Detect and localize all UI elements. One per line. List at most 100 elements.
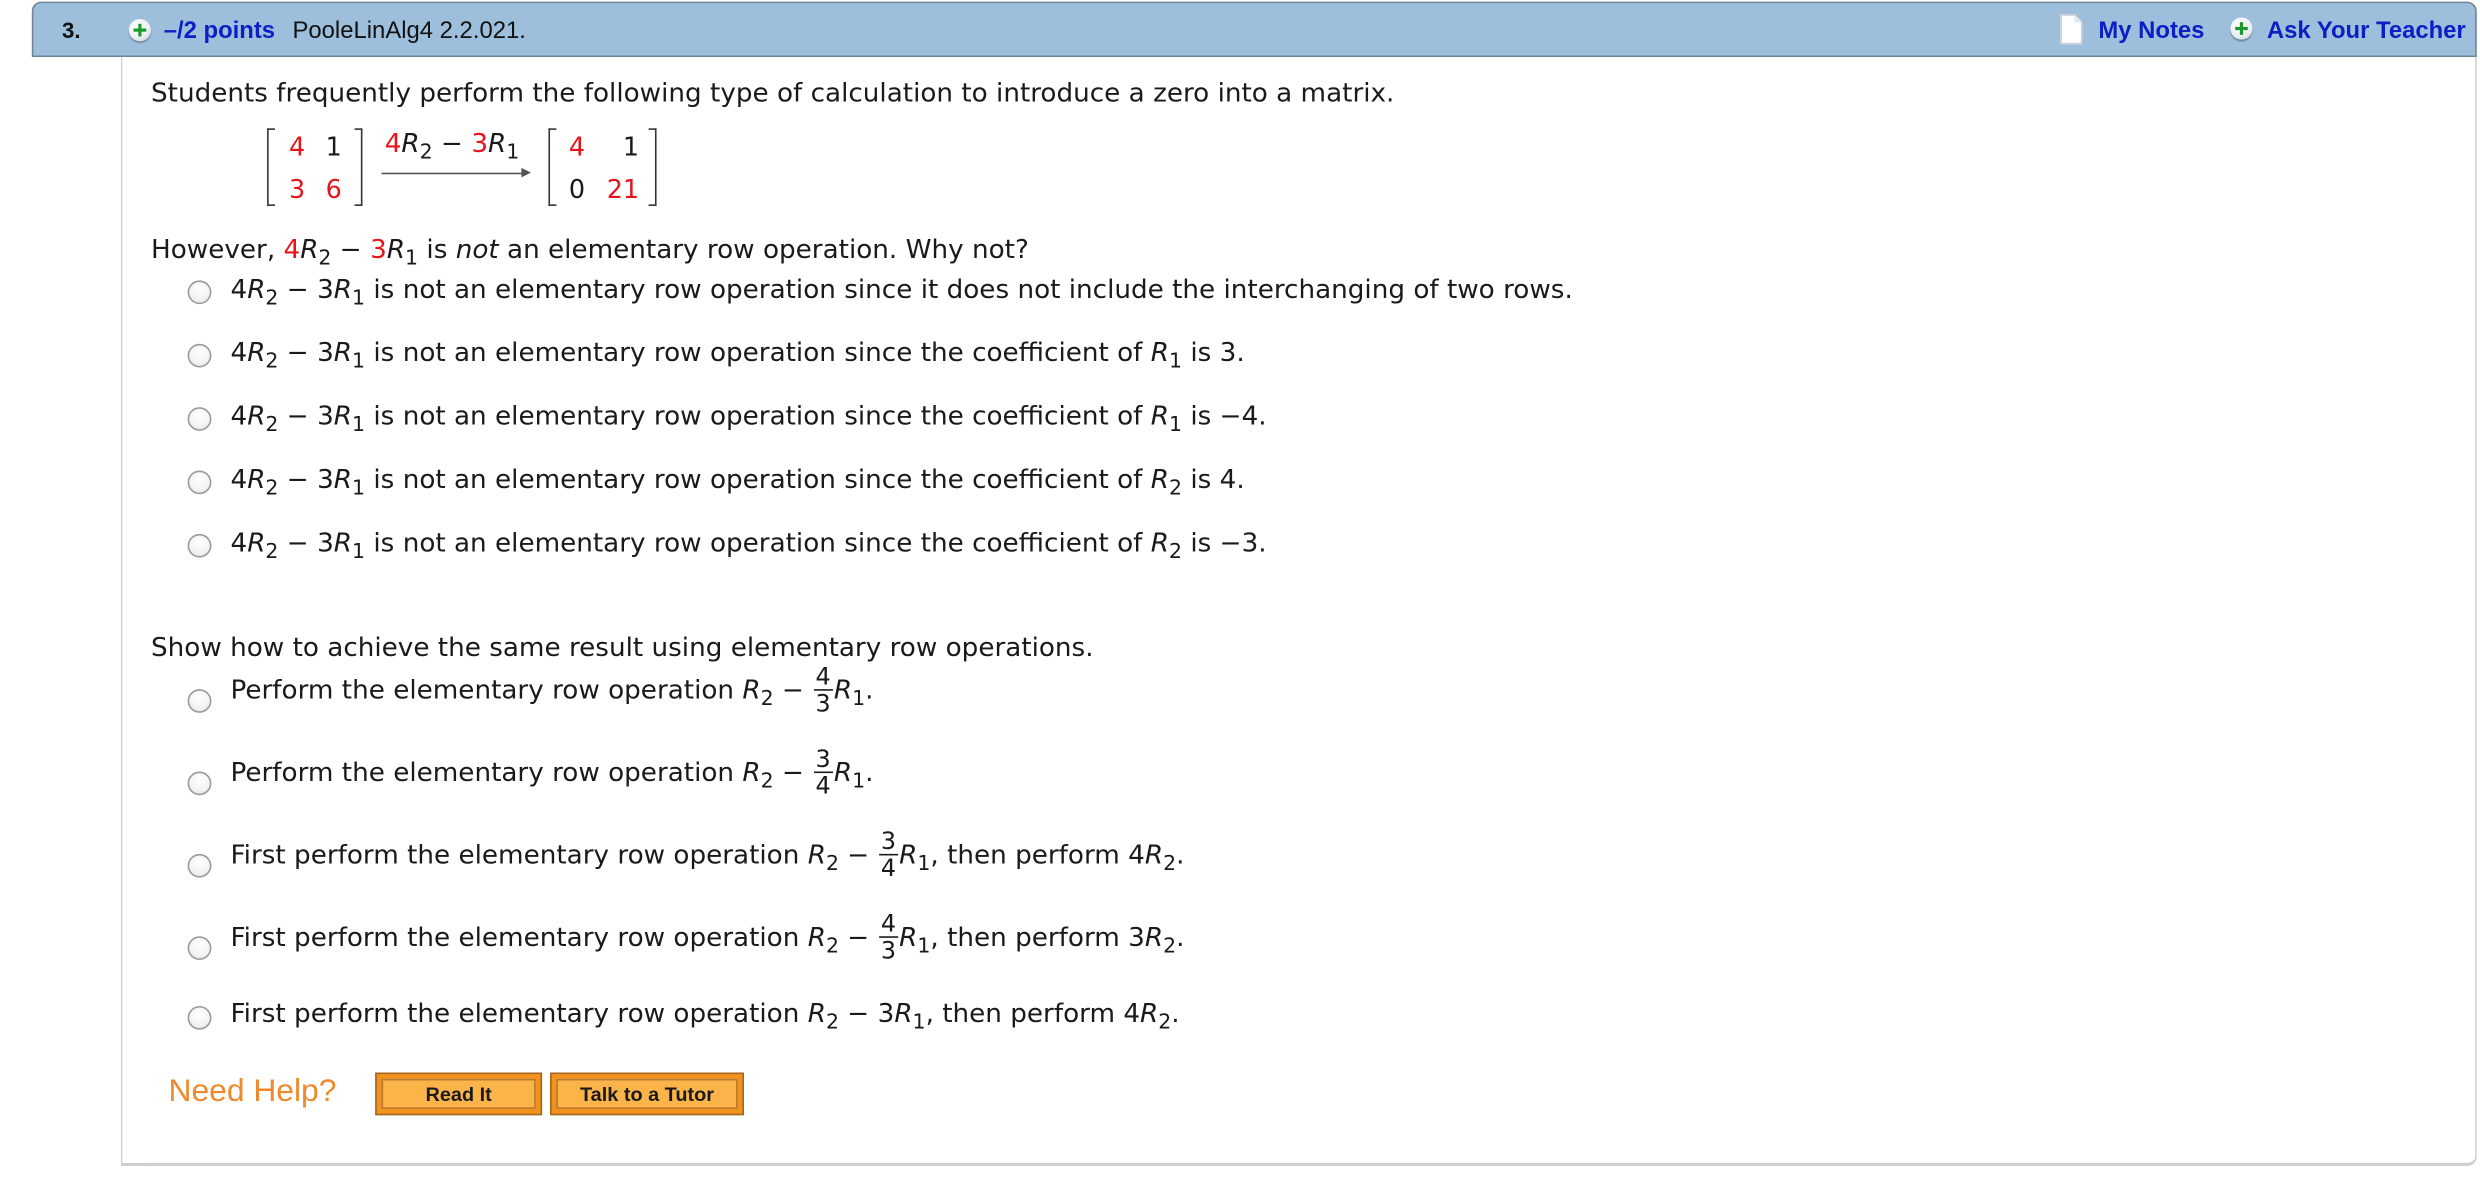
opt-tail: .: [865, 757, 874, 788]
opt-sub: 1: [1169, 413, 1183, 438]
ask-teacher-plus-icon[interactable]: [2230, 17, 2253, 40]
opt-mid: − 3R: [278, 527, 353, 558]
operation-row-1: R: [488, 128, 507, 159]
answer-option-text[interactable]: First perform the elementary row operati…: [230, 911, 1185, 964]
answer-option-text[interactable]: 4R2 − 3R1 is not an elementary row opera…: [231, 400, 1267, 436]
answer-radio[interactable]: [187, 470, 212, 495]
answer-radio[interactable]: [187, 280, 212, 305]
opt-sub: 2: [1169, 540, 1183, 565]
opt-sub: 2: [1158, 1010, 1172, 1035]
talk-to-tutor-button[interactable]: Talk to a Tutor: [550, 1072, 744, 1116]
opt-var: R: [899, 922, 918, 953]
answer-option-text[interactable]: Perform the elementary row operation R2 …: [230, 662, 874, 717]
opt-text: is not an elementary row operation since…: [365, 464, 1151, 495]
answer-radio[interactable]: [187, 407, 212, 431]
opt-text: is not an elementary row operation since…: [365, 400, 1151, 431]
fraction: 34: [879, 826, 898, 881]
expand-plus-icon[interactable]: [128, 19, 152, 42]
question-number: 3.: [61, 17, 81, 43]
opt-lead: First perform the elementary row operati…: [230, 922, 808, 953]
operation-coef-2: 4: [384, 128, 402, 159]
opt-var: R: [247, 464, 266, 495]
opt-sub: 1: [912, 1010, 926, 1035]
ask-your-teacher-link[interactable]: Ask Your Teacher: [2267, 17, 2466, 44]
read-it-button[interactable]: Read It: [375, 1072, 543, 1116]
opt-lead: First perform the elementary row operati…: [230, 839, 808, 870]
answer-radio[interactable]: [187, 343, 212, 368]
fraction: 34: [813, 744, 833, 798]
opt-var: R: [333, 274, 353, 305]
opt-var: R: [1150, 337, 1170, 368]
opt-sub: 2: [265, 540, 279, 565]
left-bracket: [548, 128, 557, 206]
opt-var: R: [807, 922, 826, 953]
matrix-before-cell: 3: [289, 174, 306, 205]
answer-radio[interactable]: [187, 853, 212, 878]
opt-sub: 1: [352, 286, 366, 311]
answer-radio[interactable]: [187, 689, 212, 713]
opt-lead: Perform the elementary row operation: [230, 674, 743, 705]
answer-option-text[interactable]: 4R2 − 3R1 is not an elementary row opera…: [231, 337, 1245, 372]
answer-radio[interactable]: [187, 936, 212, 961]
answer-radio[interactable]: [187, 533, 212, 558]
opt-tail: , then perform 3: [930, 922, 1145, 953]
answer-option-text[interactable]: 4R2 − 3R1 is not an elementary row opera…: [231, 274, 1573, 309]
opt-minus: −: [838, 922, 878, 953]
answer-option-text[interactable]: First perform the elementary row operati…: [230, 826, 1185, 882]
answer-option-text[interactable]: 4R2 − 3R1 is not an elementary row opera…: [231, 464, 1245, 499]
prompt-emphasis: not: [455, 234, 499, 265]
arrow-icon: [381, 172, 522, 175]
my-notes-link[interactable]: My Notes: [2098, 17, 2204, 44]
note-page-icon[interactable]: [2060, 14, 2083, 45]
need-help-label: Need Help?: [168, 1074, 337, 1109]
answer-option-text[interactable]: 4R2 − 3R1 is not an elementary row opera…: [231, 527, 1267, 563]
opt-mid: − 3R: [278, 274, 353, 305]
opt-var: R: [807, 839, 826, 870]
answer-option-text[interactable]: First perform the elementary row operati…: [231, 998, 1180, 1033]
opt-tail: .: [865, 674, 874, 705]
answer-option-text[interactable]: Perform the elementary row operation R2 …: [230, 744, 874, 800]
matrix-after-cell: 21: [606, 174, 640, 205]
opt-var: R: [247, 400, 266, 431]
fraction-numerator: 3: [813, 744, 833, 774]
fraction: 43: [813, 662, 833, 716]
operation-sub-2: 2: [419, 141, 433, 165]
fraction-numerator: 3: [879, 826, 898, 856]
opt-lead: Perform the elementary row operation: [230, 757, 743, 788]
opt-end: .: [1176, 922, 1185, 953]
opt-minus: −: [773, 674, 813, 705]
opt-var: R: [807, 998, 826, 1029]
answer-radio[interactable]: [187, 771, 212, 796]
opt-mid: − 3R: [278, 464, 353, 495]
fraction-numerator: 4: [813, 662, 833, 691]
operation-minus: −: [432, 128, 472, 159]
opt-sub: 2: [825, 934, 839, 959]
matrix-after-cell: 1: [622, 131, 640, 162]
question1-prompt: However, 4R2 − 3R1 is not an elementary …: [151, 234, 1029, 269]
answer-radio[interactable]: [187, 1005, 212, 1030]
talk-to-tutor-label: Talk to a Tutor: [556, 1078, 738, 1109]
opt-var: R: [899, 839, 918, 870]
opt-text: is not an elementary row operation since…: [365, 274, 1573, 305]
prompt-suffix: an elementary row operation. Why not?: [498, 234, 1029, 265]
opt-mid: − 3R: [278, 400, 353, 431]
left-bracket: [267, 128, 276, 206]
opt-var: R: [1144, 839, 1164, 870]
prompt-minus: −: [331, 234, 371, 265]
opt-var: R: [247, 337, 266, 368]
points-label: –/2 points: [163, 17, 276, 45]
opt-var: R: [1144, 922, 1164, 953]
matrix-before-cell: 6: [325, 174, 342, 205]
opt-sub: 2: [760, 770, 774, 794]
matrix-before-cell: 1: [325, 131, 342, 162]
read-it-label: Read It: [381, 1078, 536, 1109]
opt-var: R: [742, 674, 761, 705]
opt-sub: 2: [265, 350, 279, 375]
question-container: 3. –/2 points PooleLinAlg4 2.2.021. My N…: [0, 0, 2480, 1204]
opt-end: .: [1176, 839, 1185, 870]
opt-tail: , then perform 4: [930, 839, 1145, 870]
opt-text: is not an elementary row operation since…: [365, 337, 1151, 368]
prompt-coef-2: 4: [283, 234, 301, 265]
opt-var: R: [1150, 400, 1170, 431]
operation-coef-1: 3: [471, 128, 489, 159]
